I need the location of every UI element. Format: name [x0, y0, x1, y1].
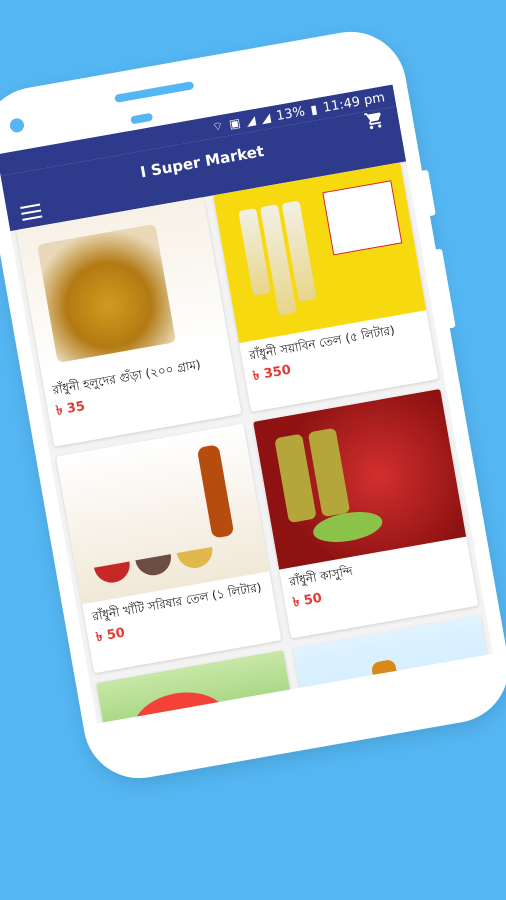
product-card[interactable]: রাঁধুনী খাঁটি সরিষার তেল (১ লিটার) ৳ 50: [56, 423, 282, 674]
notification-icon: ▣: [227, 115, 242, 132]
product-card[interactable]: রাঁধুনী কাসুন্দি ৳ 50: [253, 388, 479, 639]
product-card[interactable]: রাঁধুনী হলুদের গুঁড়া (২০০ গ্রাম) ৳ 35: [16, 197, 242, 447]
spice-packet-image: [37, 223, 177, 363]
bowl: [93, 561, 133, 586]
battery-percent: 13%: [274, 103, 307, 124]
brand-label: [322, 180, 403, 256]
phone-frame: ⌔ ▣ ◢ ◢ 13% ▮ 11:49 pm I Super Market রা…: [0, 22, 506, 788]
wifi-icon: ⌔: [210, 118, 225, 134]
menu-icon[interactable]: [20, 203, 43, 221]
front-camera: [8, 117, 26, 134]
bowl: [135, 554, 174, 579]
product-grid: রাঁধুনী হলুদের গুঁড়া (২০০ গ্রাম) ৳ 35 র…: [16, 162, 493, 724]
oil-bottle: [370, 658, 410, 724]
power-button: [420, 169, 436, 217]
cart-icon[interactable]: [363, 109, 387, 137]
fresh-logo: Fresh: [127, 685, 234, 724]
battery-icon: ▮: [309, 102, 319, 118]
signal-icon: ◢: [245, 112, 257, 129]
signal2-icon: ◢: [260, 110, 272, 126]
product-card[interactable]: রাঁধুনী সয়াবিন তেল (৫ লিটার) ৳ 350: [213, 162, 439, 413]
mustard-bottle: [196, 444, 235, 539]
earpiece-speaker: [114, 81, 195, 103]
app-screen: ⌔ ▣ ◢ ◢ 13% ▮ 11:49 pm I Super Market রা…: [0, 84, 493, 724]
volume-button: [433, 248, 456, 329]
bowl: [176, 546, 216, 571]
proximity-sensor: [130, 112, 154, 125]
